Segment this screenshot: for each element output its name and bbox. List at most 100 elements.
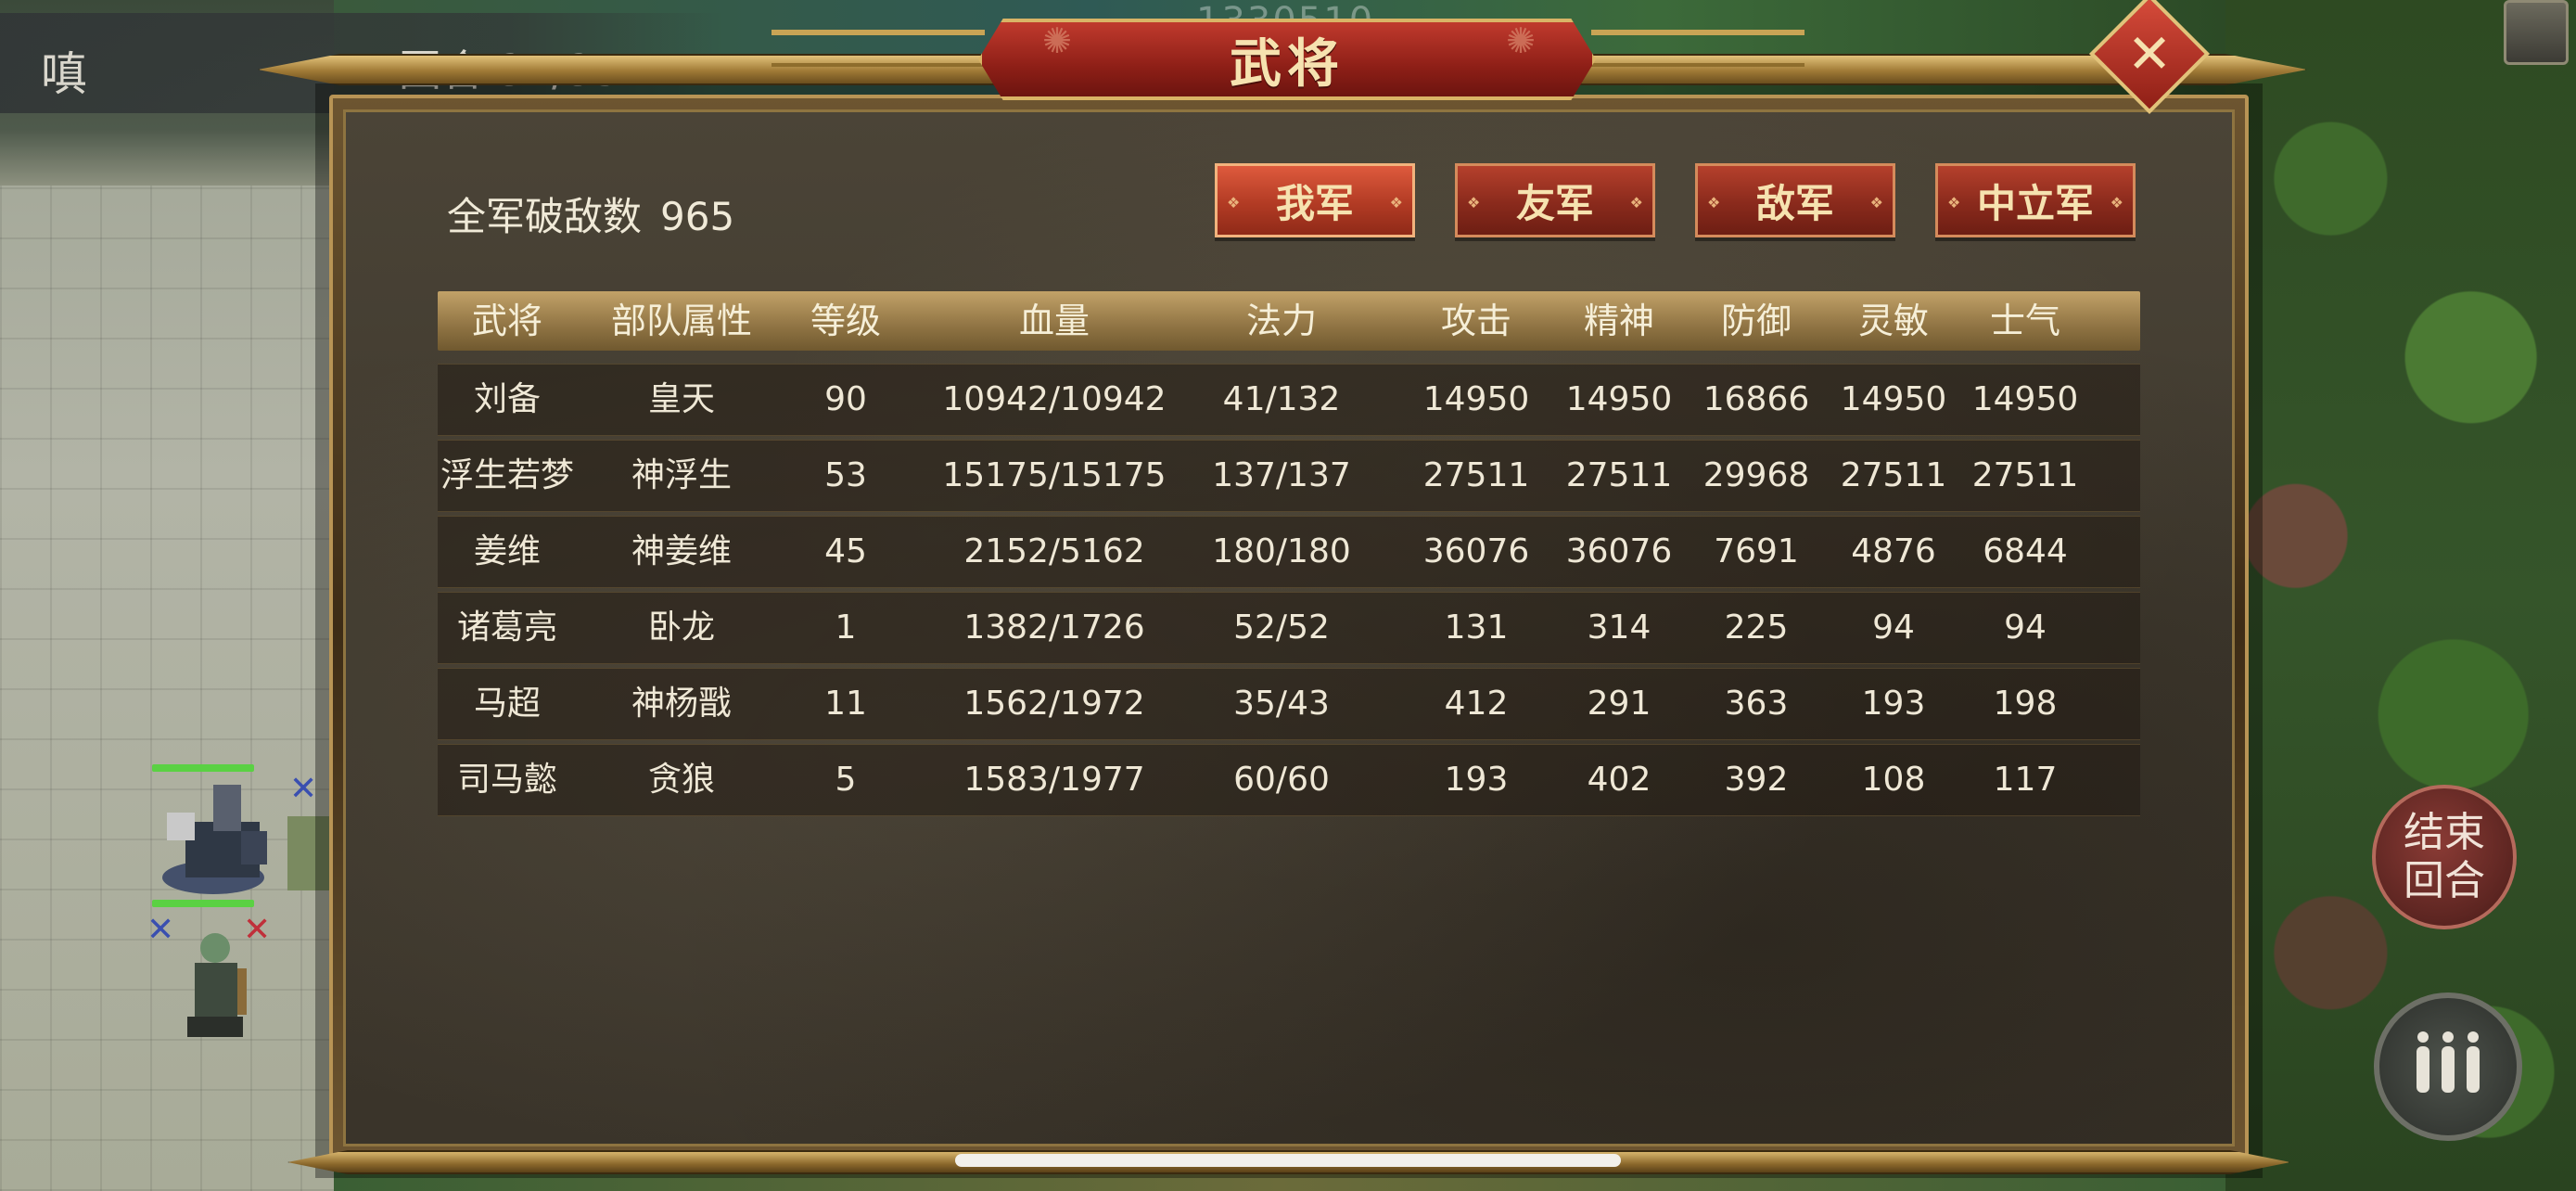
cell-morale: 6844 <box>1983 532 2068 570</box>
cell-level: 53 <box>824 456 867 494</box>
cell-morale: 94 <box>2004 608 2047 647</box>
table-row[interactable]: 姜维 神姜维 45 2152/5162 180/180 36076 36076 … <box>438 516 2140 588</box>
col-troop-type: 部队属性 <box>610 301 752 341</box>
end-turn-label: 结束回合 <box>2404 809 2485 904</box>
col-spirit: 精神 <box>1583 301 1654 341</box>
cell-troop-type: 神浮生 <box>631 456 732 494</box>
cell-general: 浮生若梦 <box>440 456 574 494</box>
scroll-handle[interactable] <box>955 1154 1621 1167</box>
cell-level: 90 <box>824 380 867 418</box>
end-turn-button[interactable]: 结束回合 <box>2372 785 2517 929</box>
cell-attack: 27511 <box>1422 456 1530 494</box>
unit-hp-bar <box>152 900 254 907</box>
tab-label: 我军 <box>1275 180 1354 226</box>
cell-general: 司马懿 <box>456 761 557 799</box>
table-row[interactable]: 诸葛亮 卧龙 1 1382/1726 52/52 131 314 225 94 … <box>438 592 2140 664</box>
table-row[interactable]: 马超 神杨戬 11 1562/1972 35/43 412 291 363 19… <box>438 668 2140 740</box>
cell-mp: 180/180 <box>1212 532 1351 570</box>
cell-defense: 16866 <box>1702 380 1810 418</box>
cell-attack: 412 <box>1444 685 1509 723</box>
col-attack: 攻击 <box>1440 301 1511 341</box>
col-mp: 法力 <box>1245 301 1317 341</box>
cell-spirit: 402 <box>1587 761 1651 799</box>
blue-x-icon: ✕ <box>289 770 318 808</box>
cell-hp: 10942/10942 <box>942 380 1167 418</box>
tab-ornament-icon: ❖ <box>1707 194 1721 211</box>
tab-ornament-icon: ❖ <box>1467 194 1481 211</box>
cell-morale: 27511 <box>1971 456 2079 494</box>
cavalry-unit[interactable] <box>148 775 287 909</box>
kill-count-label: 全军破敌数 <box>447 194 643 239</box>
table-row[interactable]: 刘备 皇天 90 10942/10942 41/132 14950 14950 … <box>438 364 2140 436</box>
kill-count-value: 965 <box>660 194 735 239</box>
table-row[interactable]: 浮生若梦 神浮生 53 15175/15175 137/137 27511 27… <box>438 440 2140 512</box>
cell-troop-type: 贪狼 <box>647 761 715 799</box>
col-agility: 灵敏 <box>1857 301 1929 341</box>
dialog-title: 武将 <box>1230 32 1345 95</box>
tab-ornament-icon: ❖ <box>1869 194 1883 211</box>
cell-general: 马超 <box>473 685 541 723</box>
tab-ornament-icon: ❖ <box>1629 194 1643 211</box>
tab-allied-army[interactable]: ❖ 友军 ❖ <box>1455 163 1655 237</box>
swirl-ornament-icon: ✺ <box>1042 20 1072 61</box>
cell-agility: 14950 <box>1840 380 1947 418</box>
cell-morale: 198 <box>1993 685 2058 723</box>
cell-agility: 193 <box>1861 685 1926 723</box>
tab-enemy-army[interactable]: ❖ 敌军 ❖ <box>1695 163 1895 237</box>
cell-hp: 15175/15175 <box>942 456 1167 494</box>
title-wing-left <box>772 30 985 67</box>
menu-button[interactable] <box>2374 992 2522 1141</box>
cell-spirit: 14950 <box>1565 380 1673 418</box>
menu-bars-icon <box>2417 1031 2480 1093</box>
table-header: 武将 部队属性 等级 血量 法力 攻击 精神 防御 灵敏 士气 <box>438 291 2140 351</box>
cell-defense: 7691 <box>1714 532 1799 570</box>
cell-mp: 41/132 <box>1222 380 1341 418</box>
cell-spirit: 27511 <box>1565 456 1673 494</box>
cell-defense: 29968 <box>1702 456 1810 494</box>
col-morale: 士气 <box>1989 301 2060 341</box>
cell-spirit: 291 <box>1587 685 1651 723</box>
col-defense: 防御 <box>1720 301 1792 341</box>
cell-mp: 35/43 <box>1233 685 1330 723</box>
cell-attack: 36076 <box>1422 532 1530 570</box>
hud-glyph: 嗔 <box>41 47 87 101</box>
cell-troop-type: 卧龙 <box>647 608 715 647</box>
cell-defense: 363 <box>1724 685 1789 723</box>
tab-label: 敌军 <box>1755 180 1834 226</box>
tab-my-army[interactable]: ❖ 我军 ❖ <box>1215 163 1415 237</box>
cell-spirit: 314 <box>1587 608 1651 647</box>
cell-troop-type: 神杨戬 <box>631 685 732 723</box>
cell-mp: 52/52 <box>1233 608 1330 647</box>
cell-general: 诸葛亮 <box>456 608 557 647</box>
cell-defense: 225 <box>1724 608 1789 647</box>
unit-hp-bar <box>152 764 254 772</box>
close-icon: ✕ <box>2126 22 2173 85</box>
cell-attack: 193 <box>1444 761 1509 799</box>
tab-ornament-icon: ❖ <box>1227 194 1241 211</box>
settings-icon[interactable] <box>2504 0 2569 65</box>
cell-general: 姜维 <box>473 532 541 570</box>
swirl-ornament-icon: ✺ <box>1506 20 1536 61</box>
cell-morale: 117 <box>1993 761 2058 799</box>
cell-hp: 2152/5162 <box>963 532 1145 570</box>
tab-label: 友军 <box>1515 180 1594 226</box>
cell-troop-type: 皇天 <box>647 380 715 418</box>
cell-morale: 14950 <box>1971 380 2079 418</box>
cell-troop-type: 神姜维 <box>631 532 732 570</box>
cell-mp: 60/60 <box>1233 761 1330 799</box>
cell-defense: 392 <box>1724 761 1789 799</box>
cell-level: 5 <box>835 761 857 799</box>
soldier-unit[interactable] <box>159 928 271 1052</box>
cell-level: 45 <box>824 532 867 570</box>
cell-mp: 137/137 <box>1212 456 1351 494</box>
table-row[interactable]: 司马懿 贪狼 5 1583/1977 60/60 193 402 392 108… <box>438 744 2140 816</box>
title-wing-right <box>1591 30 1804 67</box>
generals-table: 武将 部队属性 等级 血量 法力 攻击 精神 防御 灵敏 士气 刘备 皇天 90… <box>438 291 2140 820</box>
cell-level: 1 <box>835 608 857 647</box>
cell-agility: 108 <box>1861 761 1926 799</box>
kill-count: 全军破敌数 965 <box>447 186 734 242</box>
tab-ornament-icon: ❖ <box>1389 194 1403 211</box>
tab-neutral-army[interactable]: ❖ 中立军 ❖ <box>1935 163 2136 237</box>
cell-attack: 131 <box>1444 608 1509 647</box>
cell-hp: 1583/1977 <box>963 761 1145 799</box>
